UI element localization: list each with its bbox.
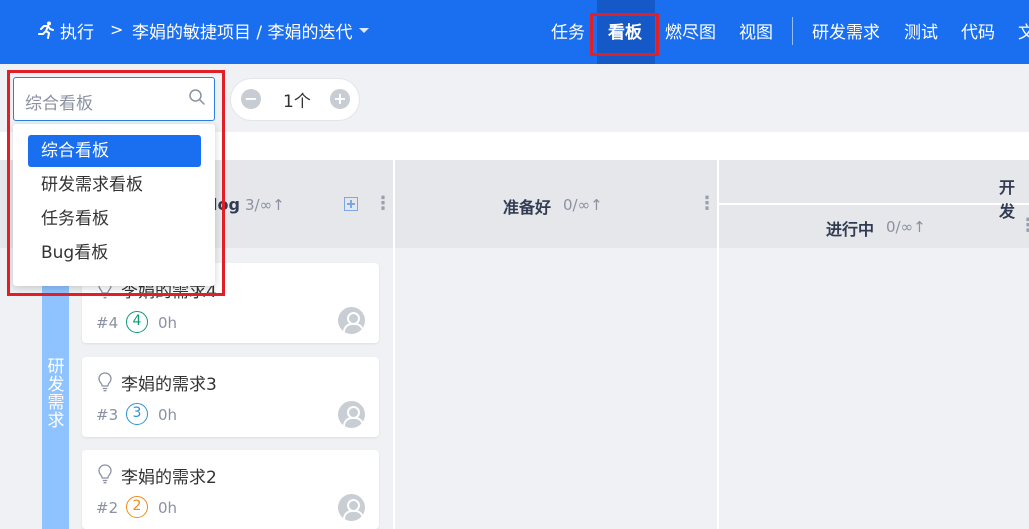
story-card[interactable]: 李娟的需求3 #3 3 0h (82, 357, 379, 437)
project-iteration-switcher[interactable]: 李娟的敏捷项目 / 李娟的迭代 (132, 18, 369, 43)
nav-code[interactable]: 代码 (961, 18, 995, 43)
ready-more-icon[interactable]: ⋮ (698, 193, 716, 214)
nav-test[interactable]: 测试 (904, 18, 938, 43)
card-id: #3 (96, 406, 119, 424)
doing-more-icon[interactable]: ⋮ (1019, 215, 1029, 236)
ready-column-body (395, 248, 717, 529)
lightbulb-icon (98, 464, 112, 484)
highlight-box-kanban (590, 13, 659, 56)
chevron-down-icon (358, 28, 369, 33)
top-nav-bar: 执行 > 李娟的敏捷项目 / 李娟的迭代 任务 看板 燃尽图 视图 研发需求 测… (0, 0, 1029, 64)
doing-column-body (719, 248, 1029, 529)
assignee-avatar[interactable] (338, 401, 365, 428)
highlight-box-dropdown (7, 70, 225, 296)
runner-icon (38, 21, 54, 39)
project-iteration-label: 李娟的敏捷项目 / 李娟的迭代 (132, 23, 353, 43)
ready-column-title: 准备好 (503, 198, 552, 217)
assignee-avatar[interactable] (338, 494, 365, 521)
card-id: #4 (96, 314, 119, 332)
card-hours: 0h (158, 314, 178, 332)
priority-badge: 3 (126, 403, 148, 425)
add-card-icon[interactable] (344, 197, 358, 211)
card-hours: 0h (158, 499, 178, 517)
nav-view[interactable]: 视图 (739, 18, 773, 43)
card-id: #2 (96, 499, 119, 517)
story-card[interactable]: 李娟的需求2 #2 2 0h (82, 450, 379, 529)
priority-badge: 2 (126, 496, 148, 518)
swimlane-label: 研发需求 (47, 357, 65, 431)
minus-button[interactable]: − (241, 89, 261, 109)
breadcrumb-separator: > (110, 20, 124, 39)
nav-requirement[interactable]: 研发需求 (812, 18, 880, 43)
nav-doc[interactable]: 文 (1018, 18, 1029, 43)
card-title[interactable]: 李娟的需求3 (121, 370, 217, 395)
column-count-value: 1个 (283, 92, 311, 112)
card-hours: 0h (158, 406, 178, 424)
run-breadcrumb[interactable]: 执行 (36, 18, 94, 43)
assignee-avatar[interactable] (338, 307, 365, 334)
nav-burndown[interactable]: 燃尽图 (665, 18, 716, 43)
doing-column-title: 进行中 (826, 220, 875, 239)
ready-wip-limit[interactable]: 0/∞↑ (563, 196, 603, 214)
priority-badge: 4 (126, 311, 148, 333)
nav-task[interactable]: 任务 (551, 18, 585, 43)
lightbulb-icon (98, 372, 112, 392)
run-label: 执行 (60, 22, 94, 43)
backlog-wip-limit[interactable]: 3/∞↑ (245, 196, 285, 214)
plus-button[interactable]: + (330, 89, 350, 109)
nav-divider (792, 17, 793, 45)
card-title[interactable]: 李娟的需求2 (121, 463, 217, 488)
doing-wip-limit[interactable]: 0/∞↑ (886, 218, 926, 236)
subheader-divider (719, 203, 1029, 205)
backlog-more-icon[interactable]: ⋮ (374, 193, 392, 214)
